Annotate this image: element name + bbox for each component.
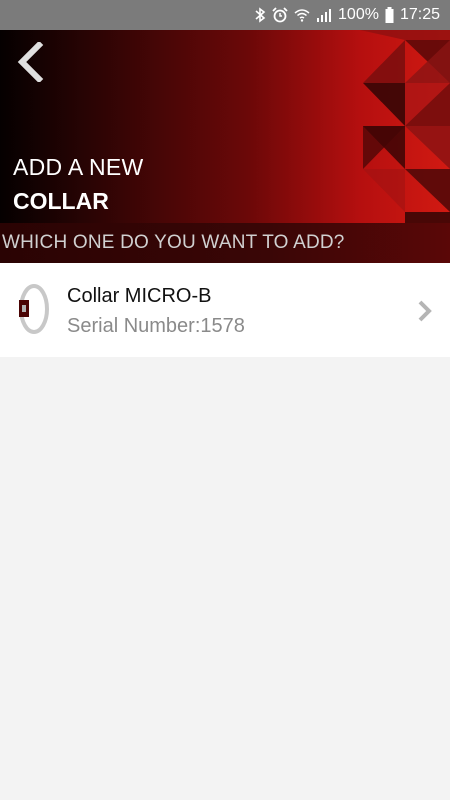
triangle-pattern [360,30,450,223]
device-serial: Serial Number:1578 [67,315,245,337]
signal-icon [317,9,332,22]
clock: 17:25 [399,6,440,23]
back-button[interactable] [14,40,54,84]
section-header: WHICH ONE DO YOU WANT TO ADD? [0,223,450,263]
page-title-line1: ADD A NEW [13,154,144,180]
device-name: Collar MICRO-B [67,285,212,307]
battery-icon [385,7,394,23]
battery-percent: 100% [338,6,379,23]
device-list-item[interactable]: Collar MICRO-B Serial Number:1578 [0,263,450,357]
alarm-icon [272,7,288,23]
page-title-line2: COLLAR [13,188,109,214]
header-banner: ADD A NEW COLLAR [0,30,450,223]
wifi-icon [294,9,310,22]
collar-icon [19,284,49,334]
chevron-right-icon [418,300,432,322]
chevron-left-icon [17,40,44,84]
status-bar: 100% 17:25 [0,0,450,30]
bluetooth-icon [255,7,266,23]
section-header-text: WHICH ONE DO YOU WANT TO ADD? [2,232,345,253]
